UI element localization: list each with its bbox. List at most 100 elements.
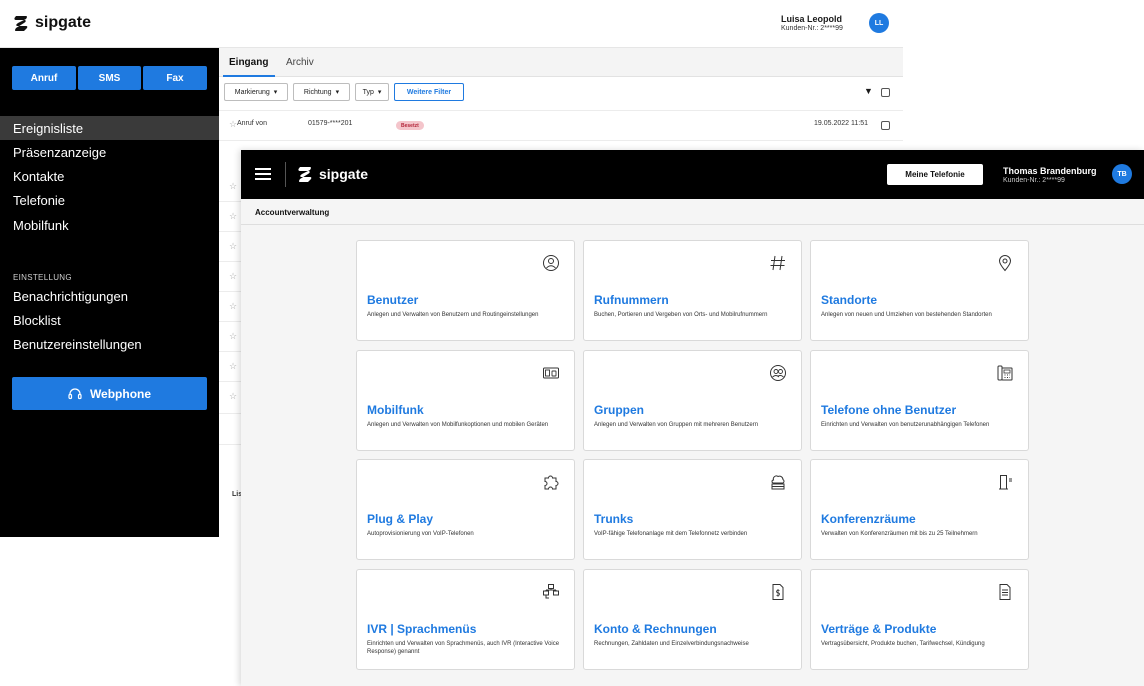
sidebar-item-benachrichtigungen[interactable]: Benachrichtigungen — [13, 289, 128, 304]
tile-trunks[interactable]: Trunks VoIP-fähige Telefonanlage mit dem… — [583, 459, 802, 560]
sort-caret-icon[interactable]: ▼ — [864, 86, 873, 96]
tile-grid: Benutzer Anlegen und Verwalten von Benut… — [356, 240, 1029, 671]
tile-description: Verwalten von Konferenzräumen mit bis zu… — [821, 531, 978, 537]
front-header: sipgate Meine Telefonie Thomas Brandenbu… — [241, 150, 1144, 199]
active-tab-indicator — [223, 75, 275, 77]
row-checkbox[interactable] — [881, 121, 890, 130]
webphone-label: Webphone — [89, 386, 152, 401]
tile-ivr-sprachmenues[interactable]: IVR | Sprachmenüs Einrichten und Verwalt… — [356, 569, 575, 670]
status-badge: Besetzt — [396, 121, 424, 130]
sidebar-section-label: EINSTELLUNG — [13, 273, 72, 282]
webphone-button[interactable]: Webphone — [12, 377, 207, 410]
star-icon[interactable]: ☆ — [229, 181, 237, 192]
sidebar-item-blocklist[interactable]: Blocklist — [13, 313, 61, 328]
star-icon[interactable]: ☆ — [229, 211, 237, 222]
tile-title: Mobilfunk — [367, 403, 424, 417]
filter-type[interactable]: Typ ▾ — [355, 83, 389, 101]
avatar[interactable]: TB — [1112, 164, 1132, 184]
sms-button[interactable]: SMS — [78, 66, 141, 90]
filter-marking-label: Markierung — [234, 88, 270, 96]
filter-direction-label: Richtung — [303, 88, 332, 96]
tile-benutzer[interactable]: Benutzer Anlegen und Verwalten von Benut… — [356, 240, 575, 341]
star-icon[interactable]: ☆ — [229, 301, 237, 312]
tab-bar: Eingang Archiv — [219, 48, 903, 77]
tile-title: Benutzer — [367, 293, 419, 307]
tile-title: Konto & Rechnungen — [594, 622, 717, 636]
tile-rufnummern[interactable]: Rufnummern Buchen, Portieren und Vergebe… — [583, 240, 802, 341]
star-icon[interactable]: ☆ — [229, 271, 237, 282]
tile-plug-and-play[interactable]: Plug & Play Autoprovisionierung von VoIP… — [356, 459, 575, 560]
sidebar-item-ereignisliste[interactable]: Ereignisliste — [13, 121, 83, 136]
back-logo[interactable]: sipgate — [13, 14, 91, 32]
tile-konferenzraeume[interactable]: Konferenzräume Verwalten von Konferenzrä… — [810, 459, 1029, 560]
back-user-info: Luisa Leopold Kunden-Nr.: 2****99 — [781, 14, 843, 34]
tile-description: Anlegen und Verwalten von Gruppen mit me… — [594, 422, 759, 428]
tile-title: Telefone ohne Benutzer — [821, 403, 957, 417]
star-icon[interactable]: ☆ — [229, 241, 237, 252]
row-divider — [219, 140, 903, 141]
sidebar-item-benutzereinstellungen[interactable]: Benutzereinstellungen — [13, 337, 142, 352]
filter-direction[interactable]: Richtung ▾ — [293, 83, 350, 101]
page-title: Accountverwaltung — [255, 208, 330, 217]
more-filters-button[interactable]: Weitere Filter — [394, 83, 464, 101]
tile-description: Rechnungen, Zahldaten und Einzelverbindu… — [594, 641, 749, 647]
sidebar-item-praesenzanzeige[interactable]: Präsenzanzeige — [13, 145, 106, 160]
user-name: Thomas Brandenburg — [1003, 166, 1097, 176]
back-header: sipgate Luisa Leopold Kunden-Nr.: 2****9… — [0, 0, 903, 48]
tile-description: Autoprovisionierung von VoIP-Telefonen — [367, 531, 474, 537]
fax-button[interactable]: Fax — [143, 66, 207, 90]
menu-icon[interactable] — [255, 168, 271, 180]
tile-standorte[interactable]: Standorte Anlegen von neuen und Umziehen… — [810, 240, 1029, 341]
sidebar-item-kontakte[interactable]: Kontakte — [13, 169, 64, 184]
logo-text: sipgate — [319, 166, 369, 182]
tile-gruppen[interactable]: Gruppen Anlegen und Verwalten von Gruppe… — [583, 350, 802, 451]
tile-description: Anlegen und Verwalten von Benutzern und … — [367, 312, 539, 318]
headset-icon — [68, 387, 82, 399]
sidebar: Anruf SMS Fax Ereignisliste Präsenzanzei… — [0, 48, 219, 537]
star-icon[interactable]: ☆ — [229, 391, 237, 402]
door-icon — [999, 475, 1012, 490]
sidebar-item-mobilfunk[interactable]: Mobilfunk — [13, 218, 69, 233]
sipgate-logo-icon — [298, 167, 312, 182]
tile-mobilfunk[interactable]: Mobilfunk Anlegen und Verwalten von Mobi… — [356, 350, 575, 451]
avatar[interactable]: LL — [869, 13, 889, 33]
meine-telefonie-button[interactable]: Meine Telefonie — [887, 164, 983, 185]
tile-title: Standorte — [821, 293, 878, 307]
tile-title: Plug & Play — [367, 512, 434, 526]
front-window: sipgate Meine Telefonie Thomas Brandenbu… — [241, 150, 1144, 686]
sipgate-logo-icon — [14, 16, 28, 31]
star-icon[interactable]: ☆ — [229, 361, 237, 372]
customer-id: Kunden-Nr.: 2****99 — [1003, 177, 1065, 184]
hash-icon — [770, 255, 785, 271]
phone-number[interactable]: 01579-****201 — [308, 120, 352, 127]
document-icon — [999, 584, 1011, 600]
tile-description: VoIP-fähige Telefonanlage mit dem Telefo… — [594, 531, 748, 537]
user-icon — [543, 255, 559, 271]
tab-archive[interactable]: Archiv — [286, 57, 314, 68]
filter-marking[interactable]: Markierung ▾ — [224, 83, 288, 101]
tile-vertraege-und-produkte[interactable]: Verträge & Produkte Vertragsübersicht, P… — [810, 569, 1029, 670]
select-all-checkbox[interactable] — [881, 88, 890, 97]
sim-card-icon — [543, 367, 559, 379]
filter-type-label: Typ — [362, 88, 374, 96]
header-divider — [285, 162, 286, 187]
tile-description: Einrichten und Verwalten von Sprachmenüs… — [367, 641, 560, 655]
sidebar-item-telefonie[interactable]: Telefonie — [13, 193, 65, 208]
group-icon — [770, 365, 786, 381]
star-icon[interactable]: ☆ — [229, 331, 237, 342]
tile-title: Verträge & Produkte — [821, 622, 937, 636]
caret-down-icon: ▾ — [335, 89, 340, 96]
call-button[interactable]: Anruf — [12, 66, 76, 90]
location-pin-icon — [998, 255, 1012, 272]
front-logo[interactable]: sipgate — [297, 165, 368, 183]
tile-konto-und-rechnungen[interactable]: Konto & Rechnungen Rechnungen, Zahldaten… — [583, 569, 802, 670]
front-user-info: Thomas Brandenburg Kunden-Nr.: 2****99 — [1003, 166, 1097, 186]
tile-description: Buchen, Portieren und Vergeben von Orts-… — [594, 312, 768, 318]
customer-id: Kunden-Nr.: 2****99 — [781, 25, 843, 32]
tile-title: IVR | Sprachmenüs — [367, 622, 477, 636]
caret-down-icon: ▾ — [273, 89, 278, 96]
tab-inbox[interactable]: Eingang — [229, 57, 268, 68]
puzzle-icon — [544, 475, 559, 490]
tile-telefone-ohne-benutzer[interactable]: Telefone ohne Benutzer Einrichten und Ve… — [810, 350, 1029, 451]
star-icon[interactable]: ☆ — [229, 119, 237, 130]
